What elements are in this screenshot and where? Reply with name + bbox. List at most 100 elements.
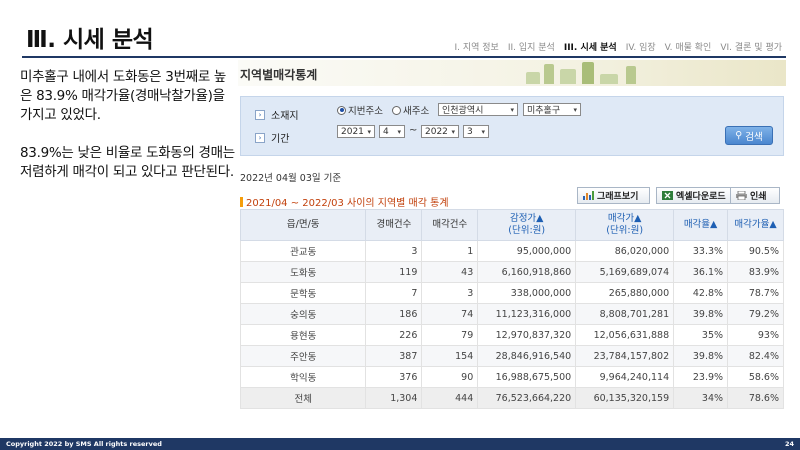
cell-sale-rate: 39.8% (673, 345, 729, 367)
chevron-down-icon: ▾ (397, 127, 401, 136)
cell-sale-price: 8,808,701,281 (575, 303, 675, 325)
table-row: 관교동 3 1 95,000,000 86,020,000 33.3% 90.5% (239, 240, 784, 262)
column-header-sale-price-rate[interactable]: 매각가율▲ (727, 209, 784, 241)
note-paragraph: 83.9%는 낮은 비율로 도화동의 경매는 저렴하게 매각이 되고 있다고 판… (20, 145, 235, 180)
column-header-sale-price[interactable]: 매각가▲ (단위:원) (575, 209, 675, 241)
period-tilde: ~ (409, 125, 418, 136)
slide-title: Ⅲ. 시세 분석 (26, 27, 154, 53)
regional-sales-stats-panel: 지역별매각통계 › 소재지 지번주소 새주소 인천광역시 ▾ 미추홀구 ▾ › … (238, 60, 786, 412)
cell-sold-count: 154 (421, 345, 479, 367)
table-row: 용현동 226 79 12,970,837,320 12,056,631,888 35% 9… (239, 324, 784, 346)
cell-auction-count: 7 (365, 282, 423, 304)
chevron-down-icon: ▾ (510, 105, 514, 114)
print-button[interactable]: 인쇄 (730, 187, 780, 204)
cell-appraisal: 11,123,316,000 (477, 303, 577, 325)
cell-auction-count: 3 (365, 240, 423, 262)
cell-sold-count: 3 (421, 282, 479, 304)
title-marker-icon (240, 196, 243, 207)
city-select-value: 인천광역시 (442, 106, 484, 116)
section-nav-item: I. 지역 정보 (454, 43, 499, 53)
radio-jibun-label: 지번주소 (348, 106, 383, 117)
chevron-down-icon: ▾ (573, 105, 577, 114)
table-row: 도화동 119 43 6,160,918,860 5,169,689,074 36.1% 8… (239, 261, 784, 283)
cell-region: 용현동 (239, 324, 367, 346)
cell-auction-count: 376 (365, 366, 423, 388)
appraisal-header-label: 감정가▲ (509, 213, 544, 224)
panel-banner: 지역별매각통계 (238, 60, 786, 86)
cell-auction-count: 119 (365, 261, 423, 283)
end-month-select[interactable]: 3 ▾ (463, 125, 489, 138)
cell-sale-price-rate: 83.9% (727, 261, 784, 283)
slide-footer: Copyright 2022 by SMS All rights reserve… (0, 438, 800, 450)
bar-chart-icon (583, 191, 594, 200)
note-paragraph: 미추홀구 내에서 도화동은 3번째로 높은 83.9% 매각가율(경매낙찰가율)… (20, 69, 227, 123)
column-header-appraisal[interactable]: 감정가▲ (단위:원) (477, 209, 577, 241)
district-select-value: 미추홀구 (527, 106, 561, 116)
page-number: 24 (784, 440, 794, 448)
start-year-select[interactable]: 2021 ▾ (337, 125, 375, 138)
title-divider (22, 56, 786, 58)
arrow-bullet-icon: › (255, 132, 265, 143)
cell-sold-count: 79 (421, 324, 479, 346)
cell-sale-price-rate: 78.7% (727, 282, 784, 304)
appraisal-header-unit: (단위:원) (508, 225, 546, 236)
section-nav: I. 지역 정보 II. 입지 분석 III. 시세 분석 IV. 임장 V. 매물 확… (454, 40, 782, 53)
end-year-value: 2022 (425, 126, 448, 137)
sale-price-header-label: 매각가▲ (607, 213, 642, 224)
cell-appraisal: 76,523,664,220 (477, 387, 577, 409)
start-month-select[interactable]: 4 ▾ (379, 125, 405, 138)
cell-sale-price: 12,056,631,888 (575, 324, 675, 346)
cell-sale-price: 23,784,157,802 (575, 345, 675, 367)
period-label-row: › 기간 (255, 130, 289, 145)
column-header-region: 읍/면/동 (239, 209, 367, 241)
search-form: › 소재지 지번주소 새주소 인천광역시 ▾ 미추홀구 ▾ › 기간 2021 ▾ 4… (240, 96, 784, 156)
location-label-row: › 소재지 (255, 107, 299, 122)
cell-appraisal: 28,846,916,540 (477, 345, 577, 367)
cell-region: 주안동 (239, 345, 367, 367)
radio-jibun-address[interactable]: 지번주소 (337, 103, 383, 117)
cell-sale-price-rate: 90.5% (727, 240, 784, 262)
table-row: 주안동 387 154 28,846,916,540 23,784,157,802 39.… (239, 345, 784, 367)
sale-price-header-unit: (단위:원) (606, 225, 644, 236)
cell-sold-count: 74 (421, 303, 479, 325)
district-select[interactable]: 미추홀구 ▾ (523, 103, 581, 116)
panel-title: 지역별매각통계 (240, 68, 318, 82)
banner-illustration (516, 60, 666, 84)
radio-new-address[interactable]: 새주소 (392, 103, 429, 117)
chevron-down-icon: ▾ (367, 127, 371, 136)
cell-appraisal: 6,160,918,860 (477, 261, 577, 283)
cell-region: 학익동 (239, 366, 367, 388)
cell-auction-count: 186 (365, 303, 423, 325)
city-select[interactable]: 인천광역시 ▾ (438, 103, 518, 116)
cell-sale-price-rate: 78.6% (727, 387, 784, 409)
table-row: 숭의동 186 74 11,123,316,000 8,808,701,281 39.8%… (239, 303, 784, 325)
print-label: 인쇄 (750, 192, 767, 202)
table-header-row: 읍/면/동 경매건수 매각건수 감정가▲ (단위:원) 매각가▲ (단위:원) … (239, 209, 784, 241)
end-month-value: 3 (467, 126, 473, 137)
section-nav-item: II. 입지 분석 (507, 43, 555, 53)
cell-appraisal: 16,988,675,500 (477, 366, 577, 388)
graph-view-button[interactable]: 그래프보기 (577, 187, 650, 204)
radio-new-label: 새주소 (403, 106, 430, 117)
section-nav-item: V. 매물 확인 (664, 43, 712, 53)
start-year-value: 2021 (341, 126, 364, 137)
table-total-row: 전체 1,304 444 76,523,664,220 60,135,320,159 34… (239, 387, 784, 409)
excel-download-button[interactable]: 엑셀다운로드 (656, 187, 737, 204)
end-year-select[interactable]: 2022 ▾ (421, 125, 459, 138)
cell-sale-price: 265,880,000 (575, 282, 675, 304)
table-title-text: 2021/04 ~ 2022/03 사이의 지역별 매각 통계 (246, 198, 449, 209)
cell-sale-rate: 34% (673, 387, 729, 409)
cell-sale-rate: 35% (673, 324, 729, 346)
search-button-label: 검색 (745, 131, 763, 143)
column-header-sale-rate[interactable]: 매각율▲ (673, 209, 729, 241)
graph-view-label: 그래프보기 (597, 192, 639, 202)
sales-stats-table: 읍/면/동 경매건수 매각건수 감정가▲ (단위:원) 매각가▲ (단위:원) … (239, 209, 784, 409)
cell-appraisal: 338,000,000 (477, 282, 577, 304)
cell-sale-rate: 39.8% (673, 303, 729, 325)
cell-region: 전체 (239, 387, 367, 409)
cell-sold-count: 1 (421, 240, 479, 262)
table-row: 문학동 7 3 338,000,000 265,880,000 42.8% 78.7% (239, 282, 784, 304)
location-label: 소재지 (271, 111, 299, 122)
search-button[interactable]: ⚲ 검색 (725, 126, 773, 145)
cell-appraisal: 12,970,837,320 (477, 324, 577, 346)
